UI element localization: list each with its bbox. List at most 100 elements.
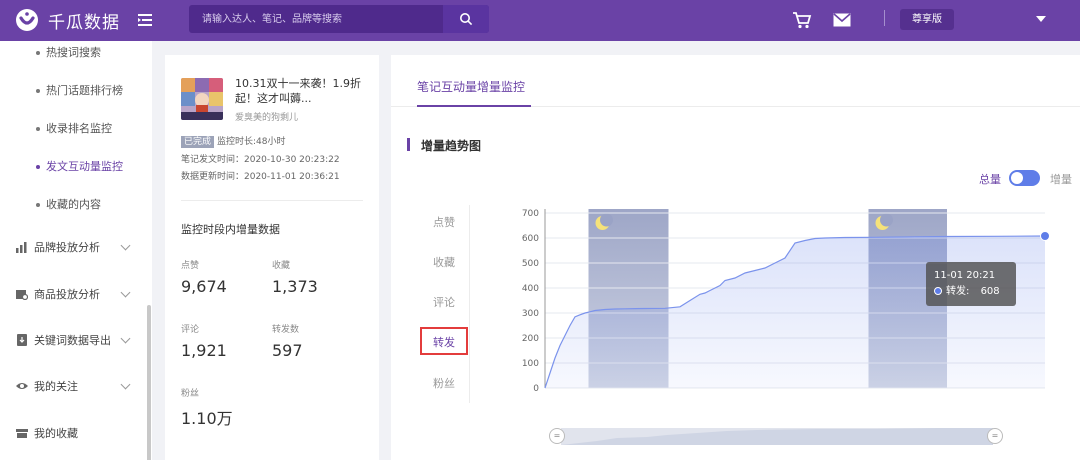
toggle-increment-label[interactable]: 增量 <box>1050 171 1072 187</box>
moon-shadow <box>600 213 613 227</box>
sidebar-subitem-saved-content[interactable]: 收藏的内容 <box>36 196 101 212</box>
stat-value-fans: 1.10万 <box>181 409 233 428</box>
note-author[interactable]: 爱臭美的狗剩儿 <box>235 110 298 123</box>
note-info-panel: 10.31双十一来袭！1.9折起！这才叫薅... 爱臭美的狗剩儿 已完成 监控时长… <box>165 55 379 460</box>
eye-icon <box>16 383 28 389</box>
toggle-knob <box>1011 172 1023 184</box>
sidebar-item-keyword-export[interactable]: 关键词数据导出 <box>16 332 131 348</box>
sidebar-item-my-follows[interactable]: 我的关注 <box>16 378 131 394</box>
sidebar-item-brand-analysis[interactable]: 品牌投放分析 <box>16 239 131 255</box>
app-name: 千瓜数据 <box>48 12 120 33</box>
product-icon <box>16 290 28 300</box>
y-tick-label: 300 <box>522 309 539 319</box>
note-publish-time: 笔记发文时间：2020-10-30 20:23:22 <box>181 155 340 165</box>
chart-tooltip: 11-01 20:21 转发: 608 <box>926 262 1016 306</box>
increment-section-title: 监控时段内增量数据 <box>181 223 280 236</box>
y-tick-label: 100 <box>522 359 539 369</box>
tab-active-indicator <box>417 105 531 107</box>
logo-icon <box>16 9 38 31</box>
metric-tab-likes[interactable]: 点赞 <box>433 214 455 230</box>
header-divider <box>884 10 885 26</box>
trend-chart-title: 增量趋势图 <box>421 139 482 153</box>
stat-label-shares: 转发数 <box>272 325 300 335</box>
moon-shadow <box>880 213 893 227</box>
sidebar-subitem-hot-search[interactable]: 热搜词搜索 <box>36 44 101 60</box>
sidebar-item-my-favorites[interactable]: 我的收藏 <box>16 425 78 441</box>
search-input[interactable] <box>189 5 443 33</box>
sidebar-item-label: 我的关注 <box>34 380 78 393</box>
slider-right-handle[interactable]: = <box>987 428 1003 444</box>
y-tick-label: 400 <box>522 284 539 294</box>
note-title[interactable]: 10.31双十一来袭！1.9折起！这才叫薅... <box>235 76 365 106</box>
y-tick-label: 600 <box>522 234 539 244</box>
sidebar: 热搜词搜索 热门话题排行榜 收录排名监控 发文互动量监控 收藏的内容 品牌投放分… <box>0 41 152 460</box>
sidebar-subitem-label: 发文互动量监控 <box>46 160 123 173</box>
series-dot-icon <box>934 287 942 295</box>
metric-tabs-divider <box>469 205 470 403</box>
note-thumbnail[interactable] <box>181 78 223 120</box>
metric-tab-collects[interactable]: 收藏 <box>433 254 455 270</box>
folder-icon <box>16 429 28 438</box>
stat-value-likes: 9,674 <box>181 277 227 296</box>
stat-value-comments: 1,921 <box>181 341 227 360</box>
sidebar-item-label: 关键词数据导出 <box>34 334 111 347</box>
search-button[interactable] <box>443 5 489 33</box>
bullet-icon <box>36 89 40 93</box>
y-tick-label: 200 <box>522 334 539 344</box>
tooltip-time: 11-01 20:21 <box>934 270 996 281</box>
total-increment-toggle[interactable] <box>1009 170 1040 186</box>
series-last-point[interactable] <box>1040 231 1050 241</box>
slider-left-handle[interactable]: = <box>549 428 565 444</box>
chevron-down-icon <box>120 333 131 344</box>
vip-badge[interactable]: 尊享版 <box>900 9 954 30</box>
menu-toggle-icon[interactable] <box>136 11 154 29</box>
top-bar: 千瓜数据 尊享版 <box>0 0 1080 41</box>
tab-interaction-monitor[interactable]: 笔记互动量增量监控 <box>417 78 525 95</box>
metric-tab-fans[interactable]: 粉丝 <box>433 375 455 391</box>
y-tick-label: 0 <box>533 384 539 394</box>
sidebar-subitem-label: 热门话题排行榜 <box>46 84 123 97</box>
data-update-time: 数据更新时间：2020-11-01 20:36:21 <box>181 172 340 182</box>
stat-label-fans: 粉丝 <box>181 389 200 399</box>
stat-value-collects: 1,373 <box>272 277 318 296</box>
monitor-duration: 监控时长:48小时 <box>217 137 286 147</box>
note-status-row: 已完成 监控时长:48小时 <box>181 134 286 148</box>
sidebar-subitem-label: 收录排名监控 <box>46 122 112 135</box>
sidebar-item-label: 品牌投放分析 <box>34 241 100 254</box>
tooltip-series: 转发: <box>946 286 970 297</box>
bullet-icon <box>36 51 40 55</box>
y-tick-label: 700 <box>522 209 539 219</box>
chevron-down-icon <box>120 379 131 390</box>
metric-tab-comments[interactable]: 评论 <box>433 294 455 310</box>
mail-icon[interactable] <box>833 13 851 27</box>
toggle-total-label[interactable]: 总量 <box>979 171 1001 187</box>
chart-icon <box>16 242 27 253</box>
range-slider[interactable] <box>557 425 997 447</box>
sidebar-subitem-label: 收藏的内容 <box>46 198 101 211</box>
sidebar-subitem-label: 热搜词搜索 <box>46 46 101 59</box>
search-icon <box>460 13 473 26</box>
stat-label-collects: 收藏 <box>272 261 291 271</box>
sidebar-scrollbar[interactable] <box>147 305 151 460</box>
logo[interactable]: 千瓜数据 <box>14 7 120 33</box>
sidebar-item-label: 我的收藏 <box>34 427 78 440</box>
stat-value-shares: 597 <box>272 341 303 360</box>
sidebar-item-product-analysis[interactable]: 商品投放分析 <box>16 286 131 302</box>
tooltip-value: 608 <box>980 286 1000 297</box>
export-icon <box>17 334 27 346</box>
stat-label-comments: 评论 <box>181 325 200 335</box>
chevron-down-icon <box>120 240 131 251</box>
sidebar-subitem-interaction-monitor[interactable]: 发文互动量监控 <box>36 158 123 174</box>
sidebar-subitem-hot-topics[interactable]: 热门话题排行榜 <box>36 82 123 98</box>
chart-panel: 笔记互动量增量监控 增量趋势图 总量 增量 点赞 收藏 评论 转发 粉丝 700… <box>391 55 1080 460</box>
chevron-down-icon[interactable] <box>1036 16 1046 22</box>
sidebar-item-label: 商品投放分析 <box>34 288 100 301</box>
stat-label-likes: 点赞 <box>181 261 200 271</box>
bullet-icon <box>36 127 40 131</box>
selected-metric-highlight <box>420 327 468 355</box>
search-bar <box>189 5 489 33</box>
note-thumbnail-image <box>181 78 223 120</box>
sidebar-subitem-rank-monitor[interactable]: 收录排名监控 <box>36 120 112 136</box>
cart-icon[interactable] <box>792 11 812 29</box>
chevron-down-icon <box>120 287 131 298</box>
